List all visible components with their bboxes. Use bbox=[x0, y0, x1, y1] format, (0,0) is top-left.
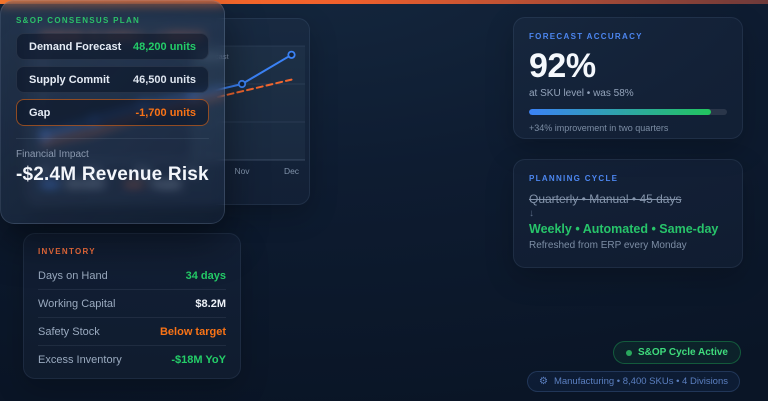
inventory-row-label: Safety Stock bbox=[38, 326, 100, 338]
cycle-new-process: Weekly • Automated • Same-day bbox=[529, 222, 727, 236]
consensus-row-value: 46,500 units bbox=[133, 74, 196, 86]
inventory-row-value: 34 days bbox=[186, 270, 226, 282]
consensus-row-label: Gap bbox=[29, 107, 50, 119]
badge-label: Manufacturing • 8,400 SKUs • 4 Divisions bbox=[554, 376, 728, 387]
accuracy-progress-track bbox=[529, 109, 727, 115]
inventory-row-days-on-hand: Days on Hand 34 days bbox=[38, 262, 226, 289]
inventory-title: INVENTORY bbox=[38, 247, 226, 256]
sop-cycle-active-badge[interactable]: S&OP Cycle Active bbox=[613, 341, 741, 364]
consensus-row-gap: Gap -1,700 units bbox=[16, 99, 209, 126]
inventory-row-label: Days on Hand bbox=[38, 270, 108, 282]
consensus-title: S&OP CONSENSUS PLAN bbox=[16, 16, 209, 25]
badge-label: S&OP Cycle Active bbox=[638, 347, 728, 358]
consensus-row-demand-forecast: Demand Forecast 48,200 units bbox=[16, 33, 209, 60]
accuracy-caption: +34% improvement in two quarters bbox=[529, 123, 727, 133]
down-arrow-icon: ↓ bbox=[529, 208, 727, 219]
gear-icon: ⚙ bbox=[539, 377, 548, 387]
financial-impact-value: -$2.4M Revenue Risk bbox=[16, 164, 209, 186]
accuracy-subtitle: at SKU level • was 58% bbox=[529, 88, 727, 99]
planning-cycle-card: PLANNING CYCLE Quarterly • Manual • 45 d… bbox=[513, 159, 743, 268]
inventory-row-label: Excess Inventory bbox=[38, 354, 122, 366]
org-summary-badge[interactable]: ⚙ Manufacturing • 8,400 SKUs • 4 Divisio… bbox=[527, 371, 740, 392]
consensus-row-label: Demand Forecast bbox=[29, 41, 121, 53]
consensus-row-value: -1,700 units bbox=[135, 107, 196, 119]
cycle-old-process: Quarterly • Manual • 45 days bbox=[529, 192, 727, 206]
forecast-accuracy-card: FORECAST ACCURACY 92% at SKU level • was… bbox=[513, 17, 743, 139]
inventory-card: INVENTORY Days on Hand 34 days Working C… bbox=[23, 233, 241, 379]
consensus-plan-card: S&OP CONSENSUS PLAN Demand Forecast 48,2… bbox=[0, 0, 225, 224]
consensus-row-supply-commit: Supply Commit 46,500 units bbox=[16, 66, 209, 93]
inventory-row-value: Below target bbox=[160, 326, 226, 338]
accuracy-progress-fill bbox=[529, 109, 711, 115]
inventory-row-working-capital: Working Capital $8.2M bbox=[38, 289, 226, 317]
inventory-row-excess-inventory: Excess Inventory -$18M YoY bbox=[38, 345, 226, 373]
consensus-row-label: Supply Commit bbox=[29, 74, 110, 86]
cycle-caption: Refreshed from ERP every Monday bbox=[529, 240, 727, 251]
accuracy-title: FORECAST ACCURACY bbox=[529, 32, 727, 41]
svg-text:Nov: Nov bbox=[234, 166, 250, 176]
inventory-row-safety-stock: Safety Stock Below target bbox=[38, 317, 226, 345]
svg-text:Dec: Dec bbox=[284, 166, 300, 176]
cycle-title: PLANNING CYCLE bbox=[529, 174, 727, 183]
consensus-row-value: 48,200 units bbox=[133, 41, 196, 53]
financial-impact-label: Financial Impact bbox=[16, 149, 209, 160]
inventory-row-label: Working Capital bbox=[38, 298, 115, 310]
inventory-row-value: -$18M YoY bbox=[171, 354, 226, 366]
sop-dashboard: DEMAND VS SUPPLY — 6 MONTH ForecastJulAu… bbox=[0, 0, 768, 401]
inventory-row-value: $8.2M bbox=[195, 298, 226, 310]
accuracy-value: 92% bbox=[529, 49, 727, 83]
consensus-divider bbox=[16, 138, 209, 139]
status-dot-icon bbox=[626, 350, 632, 356]
